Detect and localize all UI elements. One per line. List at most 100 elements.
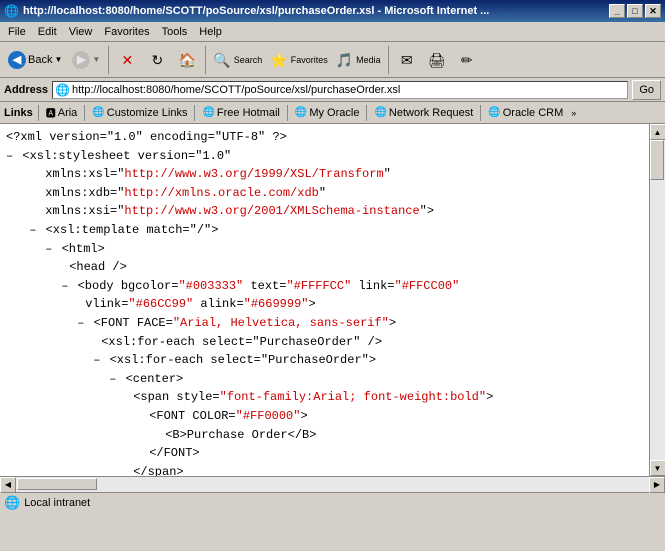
browser-body: <?xml version="1.0" encoding="UTF-8" ?> … [0,124,665,476]
xml-url-3: http://www.w3.org/1999/XSL/Transform [124,167,383,181]
links-label: Links [4,107,33,119]
links-sep2 [194,105,195,121]
scroll-thumb[interactable] [650,140,664,180]
sep3 [388,46,389,74]
maximize-button[interactable]: □ [627,4,643,18]
scroll-up-button[interactable]: ▲ [650,124,665,140]
xml-val-9c: "#FFCC00" [395,279,460,293]
xml-line-5: xmlns:xsi="http://www.w3.org/2001/XMLSch… [6,202,643,221]
menu-favorites[interactable]: Favorites [98,24,155,40]
scroll-h-track [16,477,649,492]
menu-view[interactable]: View [63,24,99,40]
minimize-button[interactable]: _ [609,4,625,18]
xml-attr-3: xmlns:xsl=" [45,167,124,181]
xml-tag-18: </FONT> [149,446,199,460]
links-sep0 [38,105,39,121]
print-icon: 🖨 [428,53,446,67]
scroll-h-thumb[interactable] [17,478,97,490]
xml-tag-2: <xsl:stylesheet version="1.0" [22,149,231,163]
close-button[interactable]: ✕ [645,4,661,18]
favorites-button[interactable]: ⭐ Favorites [267,45,330,75]
back-button[interactable]: ◀ Back ▼ [4,47,66,73]
xml-val-16a: "#FF0000" [236,409,301,423]
xml-line-3: xmlns:xsl="http://www.w3.org/1999/XSL/Tr… [6,165,643,184]
xml-tag-9a: <body [78,279,121,293]
xml-tag-12: <xsl:for-each select="PurchaseOrder" /> [101,335,382,349]
xml-line-18: </FONT> [6,444,643,463]
link-customize-icon: 🌐 [92,107,104,118]
menu-help[interactable]: Help [193,24,228,40]
scroll-right-button[interactable]: ▶ [649,477,665,493]
xml-attr-5: xmlns:xsi=" [45,204,124,218]
xml-line-7: – <html> [6,240,643,259]
home-button[interactable]: 🏠 [173,45,201,75]
xml-val-9a: "#003333" [178,279,243,293]
xml-tag-15a: <span [133,390,176,404]
xml-attr-5b: "> [420,204,434,218]
links-overflow-icon[interactable]: » [571,108,576,118]
print-button[interactable]: 🖨 [423,45,451,75]
xml-line-9: – <body bgcolor="#003333" text="#FFFFCC"… [6,277,643,296]
page-icon: 🌐 [55,83,70,97]
window-controls: _ □ ✕ [609,4,661,18]
vertical-scrollbar: ▲ ▼ [649,124,665,476]
go-button[interactable]: Go [632,80,661,100]
status-icon: 🌐 [4,495,20,511]
xml-line-14: – <center> [6,370,643,389]
refresh-button[interactable]: ↻ [143,45,171,75]
forward-button[interactable]: ▶ ▼ [68,47,104,73]
link-crm-label: Oracle CRM [503,107,564,119]
xml-line-6: – <xsl:template match="/"> [6,221,643,240]
xml-tag-13: <xsl:for-each select="PurchaseOrder"> [110,353,376,367]
status-bar: 🌐 Local intranet [0,492,665,512]
xml-url-5: http://www.w3.org/2001/XMLSchema-instanc… [124,204,419,218]
scroll-down-button[interactable]: ▼ [650,460,665,476]
address-label: Address [4,84,48,96]
menu-edit[interactable]: Edit [32,24,63,40]
link-hotmail-icon: 🌐 [202,107,214,118]
favorites-label: Favorites [291,55,328,65]
xml-tag-15b: > [486,390,493,404]
xml-attr-15a: style= [176,390,219,404]
scroll-left-button[interactable]: ◀ [0,477,16,493]
xml-pi-text: <?xml version="1.0" encoding="UTF-8" ?> [6,130,287,144]
horizontal-scrollbar: ◀ ▶ [0,476,665,492]
scroll-track [650,140,665,460]
refresh-icon: ↻ [151,53,163,67]
edit-icon: ✏ [461,53,473,67]
status-text: Local intranet [24,497,90,509]
xml-attr-16a: COLOR= [192,409,235,423]
sep2 [205,46,206,74]
xml-line-10: vlink="#66CC99" alink="#669999"> [6,295,643,314]
mail-button[interactable]: ✉ [393,45,421,75]
xml-attr-9b: text= [243,279,286,293]
content-area: <?xml version="1.0" encoding="UTF-8" ?> … [0,124,649,476]
link-aria-label: Aria [58,107,78,119]
menu-file[interactable]: File [2,24,32,40]
address-input[interactable] [72,84,625,96]
link-oracle-crm[interactable]: 🌐 Oracle CRM [484,106,567,120]
link-network-request[interactable]: 🌐 Network Request [370,106,477,120]
title-bar: 🌐 http://localhost:8080/home/SCOTT/poSou… [0,0,665,22]
address-input-wrap: 🌐 [52,81,628,99]
forward-arrow-icon: ▶ [72,51,90,69]
edit-button[interactable]: ✏ [453,45,481,75]
link-myoracle[interactable]: 🌐 My Oracle [291,106,364,120]
xml-attr-9a: bgcolor= [121,279,179,293]
xml-tag-10: > [308,297,315,311]
link-hotmail[interactable]: 🌐 Free Hotmail [198,106,283,120]
xml-tag-14: <center> [126,372,184,386]
link-customize[interactable]: 🌐 Customize Links [88,106,191,120]
stop-button[interactable]: ✕ [113,45,141,75]
xml-tag-19: </span> [133,465,183,476]
xml-val-15a: "font-family:Arial; font-weight:bold" [220,390,486,404]
media-button[interactable]: 🎵 Media [333,45,384,75]
menu-tools[interactable]: Tools [156,24,194,40]
favorites-icon: ⭐ [270,53,287,67]
address-bar: Address 🌐 Go [0,78,665,102]
xml-tag-7: <html> [62,242,105,256]
link-aria[interactable]: 🅰 Aria [42,104,82,121]
xml-line-2: – <xsl:stylesheet version="1.0" [6,147,643,166]
search-button[interactable]: 🔍 Search [210,45,265,75]
xml-line-1: <?xml version="1.0" encoding="UTF-8" ?> [6,128,643,147]
